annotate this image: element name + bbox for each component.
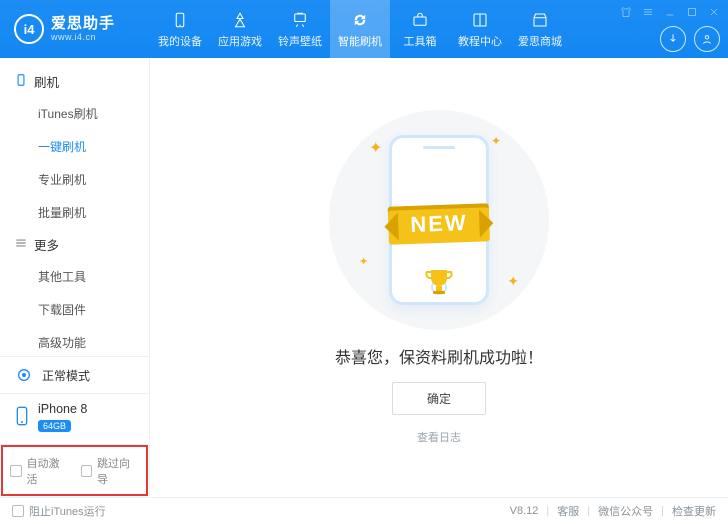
menu-icon <box>14 236 28 253</box>
menu-icon[interactable] <box>640 4 656 20</box>
nav-ring[interactable]: 铃声壁纸 <box>270 0 330 58</box>
device-mode-label: 正常模式 <box>42 367 90 384</box>
skip-guide-checkbox[interactable]: 跳过向导 <box>81 455 140 487</box>
sidebar-scroll: 刷机 iTunes刷机一键刷机专业刷机批量刷机更多其他工具下载固件高级功能 <box>0 58 149 356</box>
device-storage-badge: 64GB <box>38 420 71 432</box>
device-row[interactable]: iPhone 8 64GB <box>0 394 149 444</box>
sidebar-item-pro[interactable]: 专业刷机 <box>0 163 149 196</box>
sparkle-icon: ✦ <box>369 138 382 158</box>
device-name: iPhone 8 <box>38 402 87 416</box>
nav-device[interactable]: 我的设备 <box>150 0 210 58</box>
maximize-icon[interactable] <box>684 4 700 20</box>
device-text: iPhone 8 64GB <box>38 402 87 432</box>
store-icon <box>530 10 550 30</box>
view-log-link[interactable]: 查看日志 <box>417 429 461 445</box>
nav-flash[interactable]: 智能刷机 <box>330 0 390 58</box>
nav-label: 爱思商城 <box>518 33 562 49</box>
success-headline: 恭喜您，保资料刷机成功啦！ <box>335 344 543 368</box>
status-bar-right: V8.12 | 客服 | 微信公众号 | 检查更新 <box>510 503 716 519</box>
prevent-itunes-checkbox[interactable]: 阻止iTunes运行 <box>12 503 106 519</box>
sidebar-item-other[interactable]: 其他工具 <box>0 260 149 293</box>
support-link[interactable]: 客服 <box>557 503 579 519</box>
toolbox-icon <box>410 10 430 30</box>
separator: | <box>653 505 672 517</box>
nav-label: 工具箱 <box>404 33 437 49</box>
nav-tutorial[interactable]: 教程中心 <box>450 0 510 58</box>
sidebar-item-adv[interactable]: 高级功能 <box>0 326 149 356</box>
flash-options-row: 自动激活 跳过向导 <box>0 444 149 497</box>
main-content: ✦ ✦ ✦ ✦ NEW 恭喜您，保资料刷机成功啦！ 确定 查看日志 <box>150 58 728 497</box>
auto-activate-label: 自动激活 <box>27 455 69 487</box>
brand-logo-icon: i4 <box>14 14 44 44</box>
minimize-icon[interactable] <box>662 4 678 20</box>
top-nav: 我的设备应用游戏铃声壁纸智能刷机 工具箱 教程中心爱思商城 <box>150 0 570 58</box>
close-icon[interactable] <box>706 4 722 20</box>
nav-store[interactable]: 爱思商城 <box>510 0 570 58</box>
sidebar-group-header: 更多 <box>0 229 149 260</box>
download-icon[interactable] <box>660 26 686 52</box>
sparkle-icon: ✦ <box>491 134 501 148</box>
brand: i4 爱思助手 www.i4.cn <box>0 0 150 58</box>
auto-activate-checkbox[interactable]: 自动激活 <box>10 455 69 487</box>
mode-icon <box>14 365 34 385</box>
device-icon <box>14 406 30 429</box>
checkbox-icon <box>81 465 93 477</box>
new-ribbon: NEW <box>388 204 491 246</box>
phone-icon <box>14 73 28 90</box>
music-icon <box>290 10 310 30</box>
sidebar: 刷机 iTunes刷机一键刷机专业刷机批量刷机更多其他工具下载固件高级功能 正常模… <box>0 58 150 497</box>
nav-apps[interactable]: 应用游戏 <box>210 0 270 58</box>
nav-tools[interactable]: 工具箱 <box>390 0 450 58</box>
checkbox-icon <box>10 465 22 477</box>
sparkle-icon: ✦ <box>507 273 519 290</box>
nav-label: 智能刷机 <box>338 33 382 49</box>
trophy-icon <box>422 267 456 302</box>
version-label: V8.12 <box>510 505 539 517</box>
book-icon <box>470 10 490 30</box>
check-update-link[interactable]: 检查更新 <box>672 503 716 519</box>
brand-text: 爱思助手 www.i4.cn <box>51 15 115 43</box>
prevent-itunes-label: 阻止iTunes运行 <box>29 503 106 519</box>
separator: | <box>538 505 557 517</box>
sidebar-group-title: 刷机 <box>34 72 59 91</box>
phone-icon <box>170 10 190 30</box>
hero-illustration: ✦ ✦ ✦ ✦ NEW <box>329 110 549 330</box>
refresh-icon <box>350 10 370 30</box>
nav-label: 教程中心 <box>458 33 502 49</box>
brand-url: www.i4.cn <box>51 32 115 42</box>
ok-button[interactable]: 确定 <box>392 382 486 415</box>
sidebar-bottom: 正常模式 iPhone 8 64GB 自动激活 跳过向导 <box>0 356 149 497</box>
sidebar-group-title: 更多 <box>34 235 59 254</box>
titlebar: i4 爱思助手 www.i4.cn 我的设备应用游戏铃声壁纸智能刷机 工具箱 教程中… <box>0 0 728 58</box>
checkbox-icon <box>12 505 24 517</box>
apps-icon <box>230 10 250 30</box>
titlebar-right-icons <box>660 26 720 52</box>
window-controls <box>618 4 722 20</box>
status-bar: 阻止iTunes运行 V8.12 | 客服 | 微信公众号 | 检查更新 <box>0 497 728 524</box>
app-window: i4 爱思助手 www.i4.cn 我的设备应用游戏铃声壁纸智能刷机 工具箱 教程中… <box>0 0 728 524</box>
ribbon-text: NEW <box>388 204 491 246</box>
device-mode-row[interactable]: 正常模式 <box>0 357 149 394</box>
user-icon[interactable] <box>694 26 720 52</box>
separator: | <box>579 505 598 517</box>
sidebar-item-oneclick[interactable]: 一键刷机 <box>0 130 149 163</box>
skip-guide-label: 跳过向导 <box>97 455 139 487</box>
nav-label: 铃声壁纸 <box>278 33 322 49</box>
sidebar-item-fw[interactable]: 下载固件 <box>0 293 149 326</box>
body: 刷机 iTunes刷机一键刷机专业刷机批量刷机更多其他工具下载固件高级功能 正常模… <box>0 58 728 497</box>
skin-icon[interactable] <box>618 4 634 20</box>
sparkle-icon: ✦ <box>359 255 368 268</box>
brand-name: 爱思助手 <box>51 15 115 32</box>
wechat-link[interactable]: 微信公众号 <box>598 503 653 519</box>
nav-label: 我的设备 <box>158 33 202 49</box>
sidebar-item-itunes[interactable]: iTunes刷机 <box>0 97 149 130</box>
nav-label: 应用游戏 <box>218 33 262 49</box>
sidebar-group-header: 刷机 <box>0 66 149 97</box>
sidebar-item-batch[interactable]: 批量刷机 <box>0 196 149 229</box>
